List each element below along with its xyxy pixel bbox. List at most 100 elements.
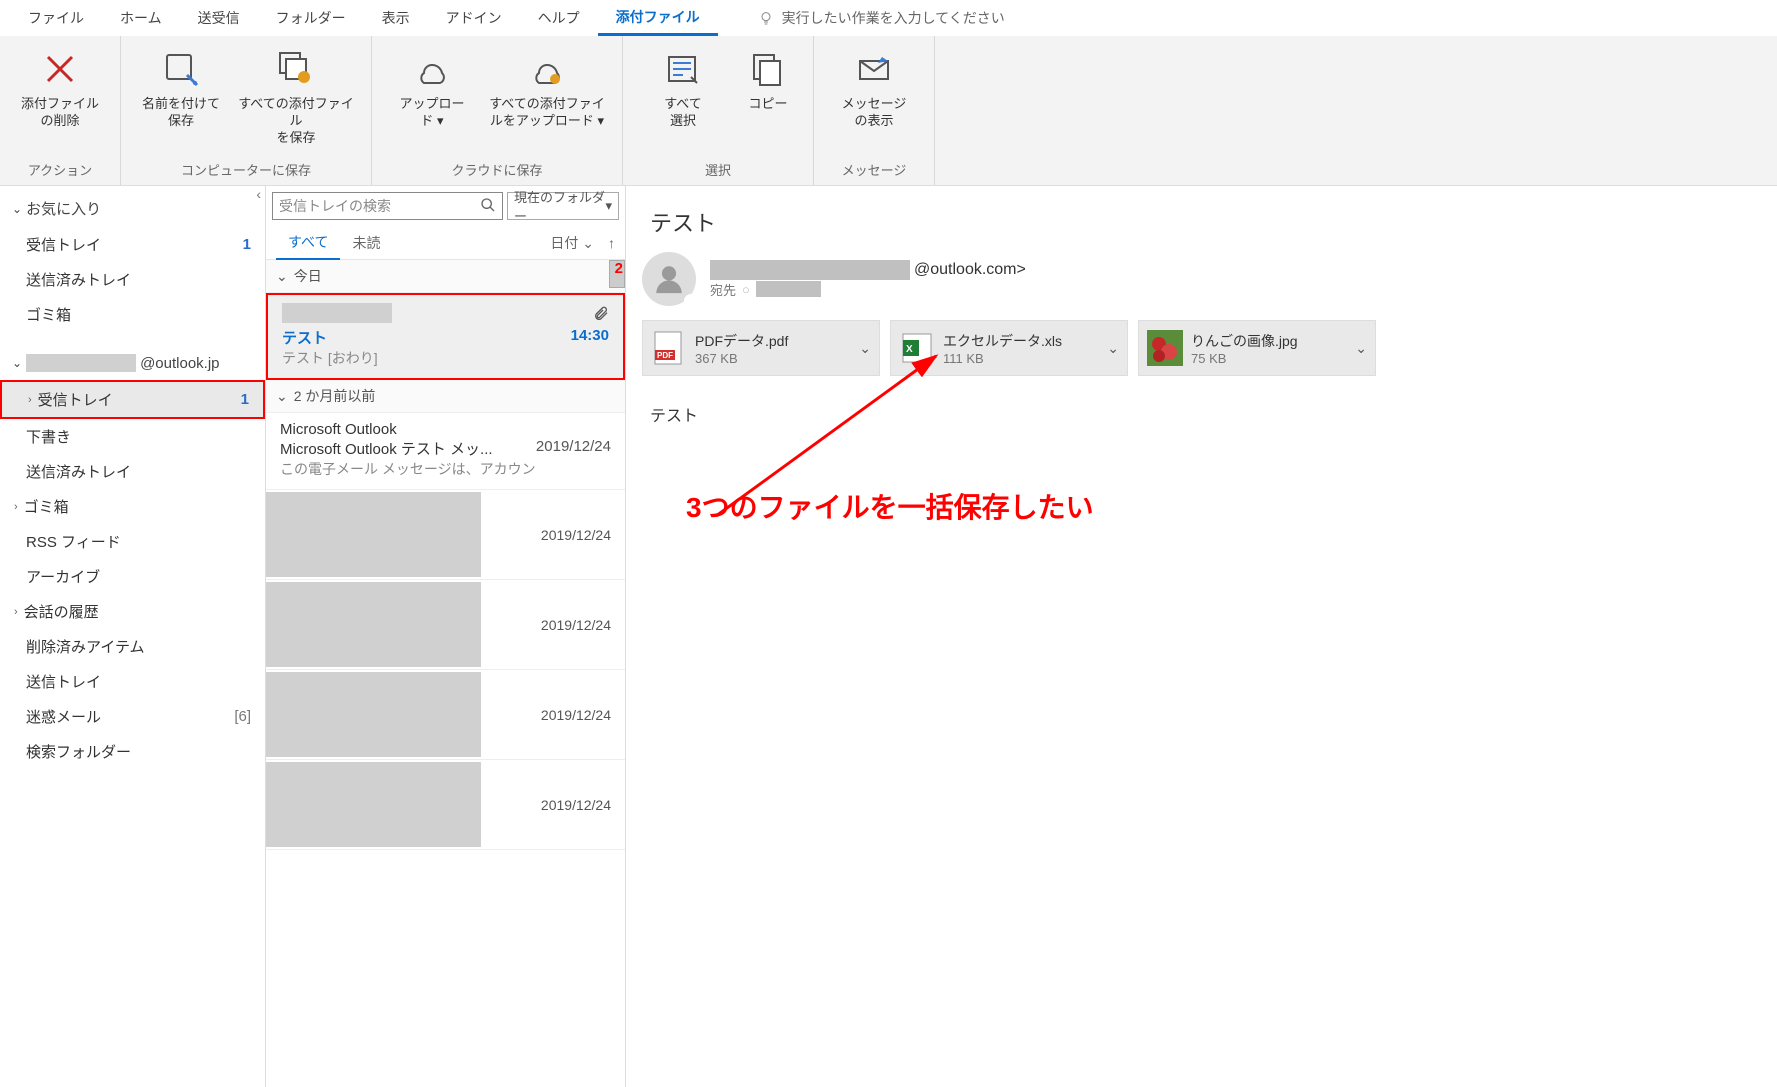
- msg-time: 14:30: [571, 327, 609, 348]
- nav-inbox[interactable]: ›受信トレイ1: [0, 380, 265, 419]
- save-as-icon: [161, 49, 201, 89]
- message-item[interactable]: 2019/12/24: [266, 670, 625, 760]
- ribbon: 添付ファイルの削除 アクション 名前を付けて保存 すべての添付ファイルを保存 コ…: [0, 36, 1777, 186]
- chevron-right-icon: ›: [14, 501, 18, 513]
- show-message-button[interactable]: メッセージの表示: [824, 42, 924, 136]
- message-item-selected[interactable]: テスト14:30 テスト [おわり]: [266, 293, 625, 380]
- nav-junk-label: 迷惑メール: [26, 706, 101, 727]
- fav-sent[interactable]: 送信済みトレイ: [0, 262, 265, 297]
- envelope-icon: [854, 49, 894, 89]
- to-mask: [756, 281, 821, 297]
- sort-by-dropdown[interactable]: 日付 ⌄: [550, 233, 594, 253]
- tab-unread[interactable]: 未読: [340, 227, 392, 259]
- message-list-body[interactable]: ⌄今日 2 テスト14:30 テスト [おわり] ⌄2 か月前以前 Micros…: [266, 260, 625, 1087]
- nav-deleted[interactable]: 削除済みアイテム: [0, 629, 265, 664]
- ribbon-group-cloud: アップロード ▾ すべての添付ファイルをアップロード ▾ クラウドに保存: [372, 36, 623, 185]
- message-item[interactable]: 2019/12/24: [266, 580, 625, 670]
- chevron-down-icon: ⌄: [12, 356, 22, 370]
- fav-sent-label: 送信済みトレイ: [26, 269, 131, 290]
- chevron-down-icon: ▾: [605, 198, 612, 214]
- ribbon-group-action: 添付ファイルの削除 アクション: [0, 36, 121, 185]
- save-as-button[interactable]: 名前を付けて保存: [131, 42, 231, 136]
- nav-rss[interactable]: RSS フィード: [0, 524, 265, 559]
- nav-sent[interactable]: 送信済みトレイ: [0, 454, 265, 489]
- menu-help[interactable]: ヘルプ: [520, 2, 598, 34]
- filter-tab-row: すべて 未読 日付 ⌄ ↑: [266, 226, 625, 260]
- remove-attachment-button[interactable]: 添付ファイルの削除: [10, 42, 110, 136]
- ribbon-group-save-computer-label: コンピューターに保存: [131, 156, 361, 181]
- show-message-label: メッセージの表示: [842, 96, 907, 130]
- nav-search-folders[interactable]: 検索フォルダー: [0, 734, 265, 769]
- menu-addin[interactable]: アドイン: [428, 2, 520, 34]
- upload-all-button[interactable]: すべての添付ファイルをアップロード ▾: [482, 42, 612, 136]
- msg-time: 2019/12/24: [541, 797, 611, 813]
- nav-inbox-label: 受信トレイ: [38, 389, 113, 410]
- sort-direction-button[interactable]: ↑: [608, 235, 615, 251]
- nav-sent-label: 送信済みトレイ: [26, 461, 131, 482]
- fav-inbox-count: 1: [243, 236, 251, 253]
- nav-conv-history[interactable]: ›会話の履歴: [0, 594, 265, 629]
- reading-header: @outlook.com> 宛先 ○: [642, 252, 1761, 306]
- save-all-button[interactable]: すべての添付ファイルを保存: [231, 42, 361, 153]
- group-2months[interactable]: ⌄ 2 か月前以前: [266, 380, 625, 413]
- annotation-text: 3つのファイルを一括保存したい: [686, 486, 1094, 526]
- upload-all-label: すべての添付ファイルをアップロード ▾: [489, 96, 605, 130]
- ribbon-group-cloud-label: クラウドに保存: [382, 156, 612, 181]
- fav-inbox[interactable]: 受信トレイ 1: [0, 227, 265, 262]
- msg-time: 2019/12/24: [541, 617, 611, 633]
- attachment-jpg[interactable]: りんごの画像.jpg75 KB ⌄: [1138, 320, 1376, 376]
- nav-trash-label: ゴミ箱: [24, 496, 69, 517]
- search-input[interactable]: 受信トレイの検索: [272, 192, 503, 220]
- message-item[interactable]: 2019/12/24: [266, 490, 625, 580]
- annotation-2: 2: [615, 260, 623, 277]
- chevron-down-icon: ⌄: [12, 202, 22, 216]
- msg-subject: テスト: [282, 327, 327, 348]
- tell-me[interactable]: 実行したい作業を入力してください: [758, 8, 1005, 28]
- group-today[interactable]: ⌄今日 2: [266, 260, 625, 293]
- menu-home[interactable]: ホーム: [102, 2, 180, 34]
- nav-favorites-header[interactable]: ⌄ お気に入り: [0, 190, 265, 227]
- fav-inbox-label: 受信トレイ: [26, 234, 101, 255]
- chevron-down-icon: ⌄: [276, 388, 288, 405]
- tell-me-label: 実行したい作業を入力してください: [782, 8, 1005, 28]
- copy-icon: [748, 49, 788, 89]
- menu-view[interactable]: 表示: [364, 2, 428, 34]
- menu-file[interactable]: ファイル: [10, 2, 102, 34]
- reading-to-label: 宛先: [710, 280, 736, 299]
- msg-preview: この電子メール メッセージは、アカウン: [280, 459, 611, 479]
- collapse-nav-icon[interactable]: ‹: [256, 186, 261, 202]
- msg-subject: Microsoft Outlook テスト メッ...: [280, 438, 493, 459]
- group-2months-label: 2 か月前以前: [294, 386, 376, 406]
- nav-favorites-label: お気に入り: [26, 198, 101, 219]
- nav-account-header[interactable]: ⌄@outlook.jp: [0, 346, 265, 380]
- nav-trash[interactable]: › ゴミ箱: [0, 489, 265, 524]
- tab-all[interactable]: すべて: [276, 226, 340, 260]
- message-item[interactable]: 2019/12/24: [266, 760, 625, 850]
- menu-sendreceive[interactable]: 送受信: [180, 2, 258, 34]
- nav-archive-label: アーカイブ: [26, 566, 100, 587]
- message-item[interactable]: Microsoft Outlook Microsoft Outlook テスト …: [266, 413, 625, 490]
- account-name-mask: [26, 354, 136, 372]
- select-all-icon: [663, 49, 703, 89]
- select-all-button[interactable]: すべて選択: [633, 42, 733, 136]
- fav-trash[interactable]: ゴミ箱: [0, 297, 265, 332]
- upload-label: アップロード ▾: [399, 96, 464, 130]
- msg-from: Microsoft Outlook: [280, 421, 611, 438]
- menu-folder[interactable]: フォルダー: [258, 2, 364, 34]
- upload-button[interactable]: アップロード ▾: [382, 42, 482, 136]
- chevron-down-icon[interactable]: ⌄: [1107, 340, 1119, 357]
- search-scope-dropdown[interactable]: 現在のフォルダー▾: [507, 192, 619, 220]
- menu-attachments[interactable]: 添付ファイル: [598, 1, 718, 36]
- reading-from: @outlook.com>: [710, 260, 1026, 280]
- chevron-down-icon[interactable]: ⌄: [1355, 340, 1367, 357]
- lightbulb-icon: [758, 10, 774, 26]
- nav-archive[interactable]: アーカイブ: [0, 559, 265, 594]
- sort-by-label: 日付: [550, 235, 578, 251]
- nav-drafts[interactable]: 下書き: [0, 419, 265, 454]
- nav-junk[interactable]: 迷惑メール[6]: [0, 699, 265, 734]
- copy-button[interactable]: コピー: [733, 42, 803, 119]
- search-icon[interactable]: [480, 197, 496, 216]
- chevron-right-icon: ›: [14, 606, 18, 618]
- nav-outbox[interactable]: 送信トレイ: [0, 664, 265, 699]
- main-area: ‹ ⌄ お気に入り 受信トレイ 1 送信済みトレイ ゴミ箱 ⌄@outlook.jp…: [0, 186, 1777, 1087]
